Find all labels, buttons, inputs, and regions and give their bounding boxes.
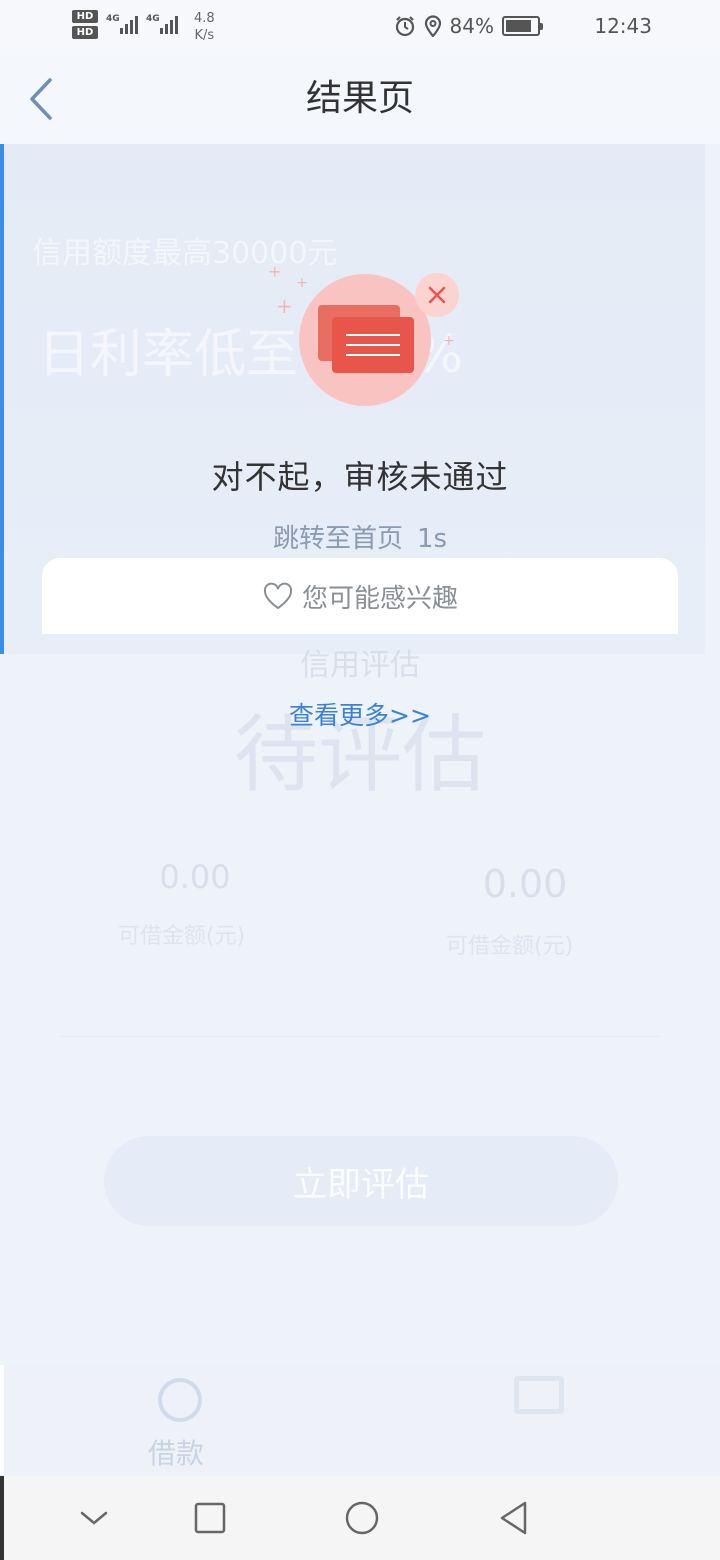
svg-text:+: + [443,333,455,349]
signal-icon [120,14,138,34]
triangle-back-icon [500,1501,527,1535]
value-right: 0.00 [482,862,568,906]
svg-text:+: + [268,262,281,281]
credit-card-label: 信用评估 [300,648,420,683]
speed-value: 4.8 [194,11,215,26]
hd-badge-2: HD [72,26,98,39]
nav-recent-button[interactable] [188,1496,232,1540]
status-icons: 84% [394,14,543,38]
signal-icon [160,14,178,34]
evaluate-button: 立即评估 [104,1136,618,1226]
svg-text:+: + [296,275,308,291]
view-more-link[interactable]: 查看更多>> [0,696,720,732]
redirect-countdown: 跳转至首页 1s [0,518,720,555]
nav-hide-button[interactable] [72,1496,116,1540]
countdown-value: 1s [416,524,448,554]
clock: 12:43 [594,14,652,38]
bottom-tab-bar [0,1365,720,1475]
square-icon [194,1502,226,1534]
redirect-text: 跳转至首页 [272,524,403,554]
battery-icon [502,16,543,36]
chevron-down-icon [80,1511,108,1525]
location-icon [424,15,441,37]
network-speed: 4.8 K/s [194,10,215,44]
label-right: 可借金额(元) [446,934,574,959]
network-type-2: 4G [146,14,160,24]
app-header: 结果页 [0,56,720,144]
label-left: 可借金额(元) [118,924,246,949]
network-type-1: 4G [106,14,120,24]
circle-icon [345,1501,379,1535]
hd-badge-1: HD [72,10,98,23]
heart-outline-icon [263,582,293,610]
tab-loan-label: 借款 [148,1437,205,1470]
interest-section-header: 您可能感兴趣 [42,558,678,634]
divider [60,1036,660,1037]
interest-label: 您可能感兴趣 [301,583,458,614]
page-title: 结果页 [305,78,414,119]
loan-tab-icon [158,1378,202,1422]
nav-home-button[interactable] [340,1496,384,1540]
card-rejected-icon: + + + + [268,262,459,406]
speed-unit: K/s [194,28,215,43]
system-navigation-bar [0,1476,720,1560]
status-bar: HD HD 4G 4G 4.8 K/s 84% 12:43 [0,0,720,56]
value-left: 0.00 [159,858,231,896]
battery-percent: 84% [449,14,494,38]
nav-back-button[interactable] [492,1496,536,1540]
review-failed-message: 对不起，审核未通过 [211,458,509,496]
hd-indicator: HD HD [72,10,98,42]
svg-text:+: + [276,294,293,318]
alarm-icon [395,16,414,37]
card-tab-icon [514,1376,564,1414]
